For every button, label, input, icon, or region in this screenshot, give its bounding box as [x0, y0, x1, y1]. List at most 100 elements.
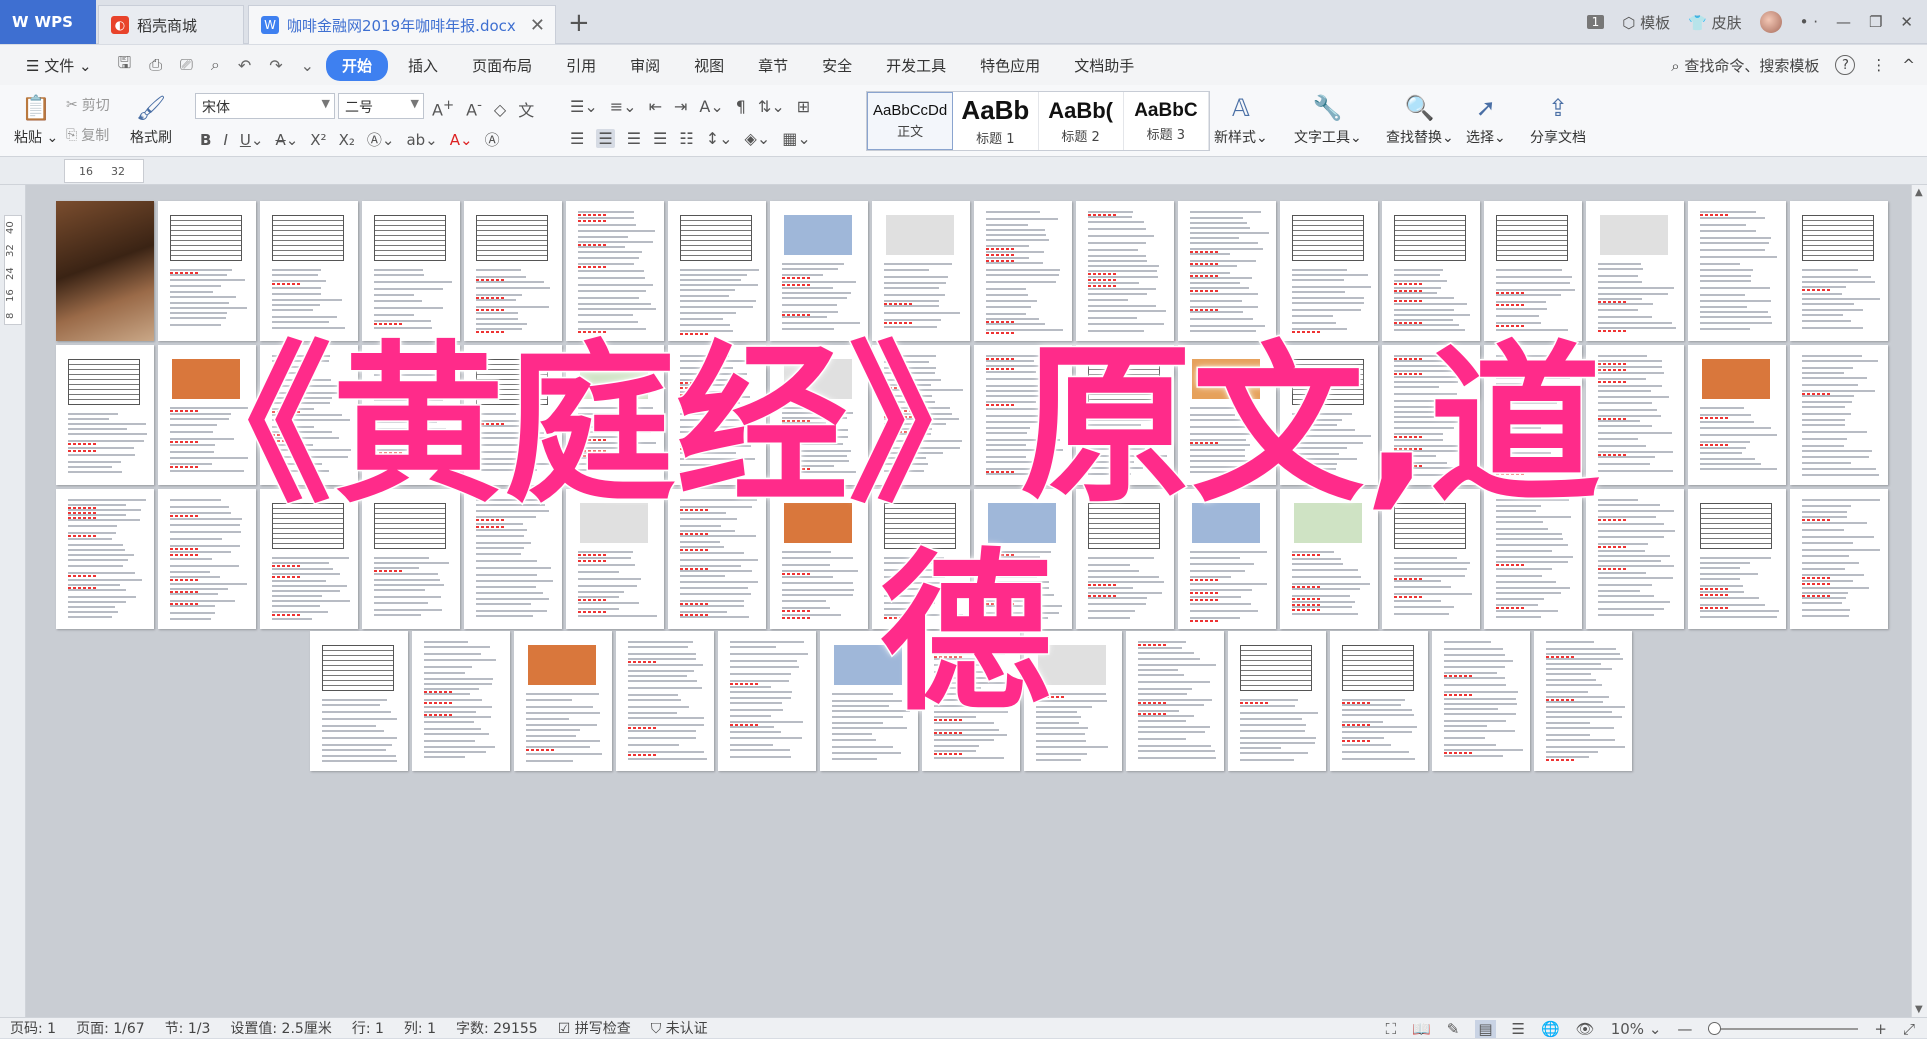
- page-thumbnail[interactable]: [1076, 201, 1174, 341]
- sort-icon[interactable]: ⇅⌄: [758, 97, 785, 116]
- menu-tab-features[interactable]: 特色应用: [966, 49, 1054, 82]
- page-thumbnail[interactable]: [1382, 201, 1480, 341]
- align-right-icon[interactable]: ☰: [627, 129, 641, 148]
- page-thumbnail[interactable]: [1280, 201, 1378, 341]
- phonetic-guide-icon[interactable]: 文: [518, 97, 534, 121]
- setting-value-status[interactable]: 设置值: 2.5厘米: [220, 1018, 341, 1038]
- page-thumbnail[interactable]: [362, 201, 460, 341]
- print-preview-icon[interactable]: ⌕: [205, 55, 226, 75]
- clear-format-icon[interactable]: ◇: [494, 100, 506, 119]
- subscript-icon[interactable]: X₂: [339, 131, 355, 149]
- help-icon[interactable]: ?: [1835, 55, 1856, 75]
- pen-mode-icon[interactable]: ✎: [1447, 1020, 1460, 1038]
- page-thumbnail[interactable]: [260, 201, 358, 341]
- bold-icon[interactable]: B: [200, 131, 211, 149]
- vertical-scrollbar[interactable]: ▲ ▼: [1911, 185, 1927, 1017]
- quick-access-more-icon[interactable]: ⌄: [295, 56, 320, 75]
- show-marks-icon[interactable]: ¶: [736, 97, 746, 116]
- column-status[interactable]: 列: 1: [394, 1018, 446, 1038]
- page-thumbnail[interactable]: [1126, 631, 1224, 771]
- menu-tab-assistant[interactable]: 文档助手: [1060, 49, 1148, 82]
- close-window-icon[interactable]: ✕: [1900, 13, 1913, 31]
- decrease-indent-icon[interactable]: ⇤: [649, 97, 662, 116]
- font-name-select[interactable]: 宋体 ▼: [195, 93, 335, 119]
- page-thumbnail[interactable]: [1228, 631, 1326, 771]
- avatar[interactable]: [1759, 11, 1782, 33]
- cut-button[interactable]: ✂ 剪切: [66, 95, 110, 115]
- strikethrough-icon[interactable]: A⌄: [275, 131, 298, 149]
- menu-tab-view[interactable]: 视图: [680, 49, 738, 82]
- page-count-status[interactable]: 页面: 1/67: [66, 1018, 155, 1038]
- zoom-in-icon[interactable]: +: [1874, 1020, 1887, 1038]
- page-thumbnail[interactable]: [974, 201, 1072, 341]
- style-heading-3[interactable]: AaBbC 标题 3: [1124, 92, 1209, 150]
- share-document-button[interactable]: ⇪ 分享文档: [1530, 93, 1586, 147]
- style-heading-1[interactable]: AaBb 标题 1: [953, 92, 1039, 150]
- docer-shop-tab[interactable]: ◐ 稻壳商城: [98, 5, 244, 44]
- menu-tab-review[interactable]: 审阅: [616, 49, 674, 82]
- zoom-level[interactable]: 10% ⌄: [1611, 1020, 1662, 1038]
- page-thumbnail[interactable]: [1688, 489, 1786, 629]
- section-status[interactable]: 节: 1/3: [155, 1018, 221, 1038]
- new-style-button[interactable]: 𝔸 新样式⌄: [1214, 93, 1268, 147]
- page-thumbnail[interactable]: [566, 201, 664, 341]
- menu-tab-insert[interactable]: 插入: [394, 49, 452, 82]
- highlight-icon[interactable]: ab⌄: [406, 131, 437, 149]
- minimize-icon[interactable]: —: [1836, 13, 1851, 31]
- page-thumbnail[interactable]: [56, 489, 154, 629]
- command-search[interactable]: ⌕ 查找命令、搜索模板: [1671, 55, 1819, 76]
- page-thumbnail[interactable]: [718, 631, 816, 771]
- font-color-icon[interactable]: A⌄: [450, 131, 473, 149]
- line-spacing-icon[interactable]: ↕⌄: [706, 129, 733, 148]
- style-heading-2[interactable]: AaBb( 标题 2: [1039, 92, 1124, 150]
- more-icon[interactable]: ⋮: [1871, 56, 1886, 74]
- page-thumbnail[interactable]: [158, 201, 256, 341]
- fullscreen-icon[interactable]: ⛶: [1386, 1020, 1397, 1038]
- menu-tab-layout[interactable]: 页面布局: [458, 49, 546, 82]
- shading-icon[interactable]: ◈⌄: [745, 129, 771, 148]
- format-painter-button[interactable]: 🖌 格式刷: [130, 93, 172, 147]
- web-view-icon[interactable]: 🌐: [1541, 1020, 1560, 1038]
- scroll-up-icon[interactable]: ▲: [1915, 187, 1923, 198]
- numbered-list-icon[interactable]: ≡⌄: [610, 97, 637, 116]
- page-thumbnail[interactable]: [1790, 345, 1888, 485]
- bullet-list-icon[interactable]: ☰⌄: [570, 97, 598, 116]
- scroll-down-icon[interactable]: ▼: [1915, 1004, 1923, 1015]
- menu-tab-references[interactable]: 引用: [552, 49, 610, 82]
- page-thumbnail[interactable]: [310, 631, 408, 771]
- menu-tab-start[interactable]: 开始: [326, 49, 389, 81]
- border-icon[interactable]: ⊞: [797, 97, 810, 116]
- zoom-out-icon[interactable]: —: [1677, 1020, 1692, 1038]
- document-tab[interactable]: W 咖啡金融网2019年咖啡年报.docx ✕: [248, 5, 556, 44]
- zoom-slider-handle[interactable]: [1708, 1021, 1722, 1035]
- window-count-badge[interactable]: 1: [1586, 15, 1605, 29]
- shrink-font-icon[interactable]: A-: [466, 98, 482, 119]
- text-effect-icon[interactable]: Ⓐ⌄: [367, 129, 395, 150]
- file-menu[interactable]: ☰ 文件 ⌄: [12, 49, 106, 82]
- page-thumbnail[interactable]: [514, 631, 612, 771]
- page-thumbnail[interactable]: [1586, 201, 1684, 341]
- skin-button[interactable]: 👕 皮肤: [1688, 12, 1741, 33]
- row-status[interactable]: 行: 1: [342, 1018, 394, 1038]
- print-icon[interactable]: ⎚: [174, 55, 199, 75]
- fit-page-icon[interactable]: ⤢: [1903, 1020, 1915, 1038]
- page-thumbnail[interactable]: [872, 201, 970, 341]
- new-tab-button[interactable]: +: [568, 8, 590, 38]
- vertical-ruler[interactable]: 8 16 24 32 40: [0, 185, 26, 1017]
- page-thumbnail[interactable]: [1790, 201, 1888, 341]
- page-thumbnail[interactable]: [1330, 631, 1428, 771]
- page-thumbnail[interactable]: [1688, 345, 1786, 485]
- outline-view-icon[interactable]: ☰: [1512, 1020, 1525, 1038]
- word-count-status[interactable]: 字数: 29155: [446, 1018, 548, 1038]
- page-thumbnail[interactable]: [1178, 201, 1276, 341]
- menu-tab-chapter[interactable]: 章节: [744, 49, 802, 82]
- eye-protection-icon[interactable]: 👁: [1576, 1020, 1595, 1038]
- align-center-icon[interactable]: ☰: [596, 129, 615, 148]
- paste-button[interactable]: 📋 粘贴 ⌄: [14, 93, 58, 147]
- redo-icon[interactable]: ↷: [263, 56, 288, 75]
- page-thumbnail[interactable]: [1484, 201, 1582, 341]
- chinese-layout-icon[interactable]: A⌄: [699, 97, 723, 116]
- menu-tab-security[interactable]: 安全: [808, 49, 866, 82]
- grow-font-icon[interactable]: A+: [432, 98, 454, 119]
- increase-indent-icon[interactable]: ⇥: [674, 97, 687, 116]
